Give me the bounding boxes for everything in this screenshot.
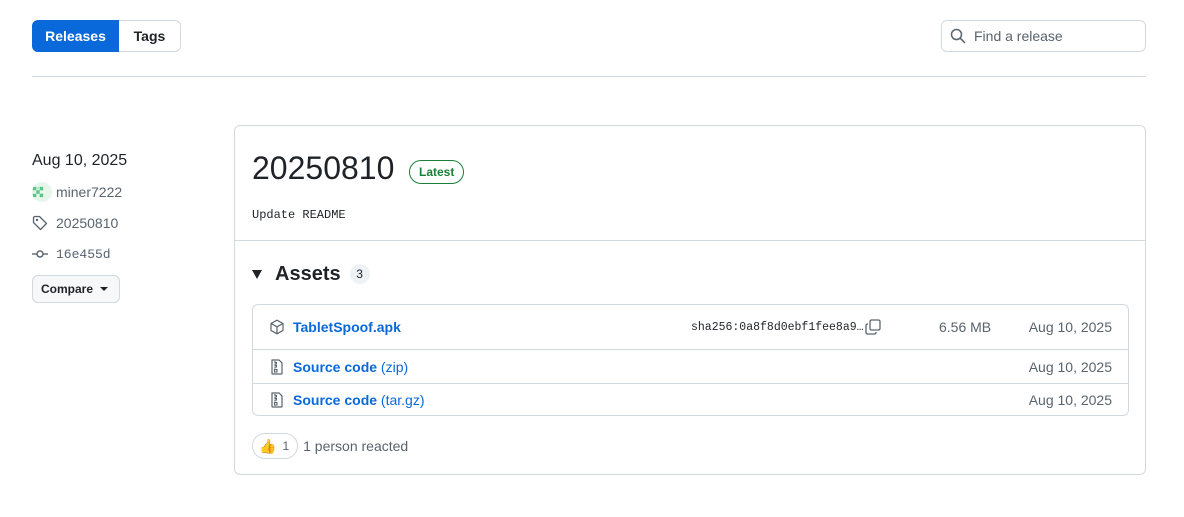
- search-input[interactable]: [974, 28, 1134, 44]
- search-icon: [950, 28, 966, 44]
- tab-tags[interactable]: Tags: [119, 20, 181, 52]
- search-box[interactable]: [941, 20, 1146, 52]
- package-icon: [270, 319, 284, 335]
- triangle-down-icon: [252, 269, 262, 279]
- copy-icon[interactable]: [864, 318, 882, 336]
- asset-suffix: (tar.gz): [380, 392, 425, 408]
- assets-list: TabletSpoof.apk sha256:0a8f8d0ebf1fee8a9…: [252, 304, 1129, 416]
- reaction-summary: 1 person reacted: [303, 438, 409, 454]
- compare-label: Compare: [41, 282, 94, 296]
- tag-name[interactable]: 20250810: [56, 215, 118, 231]
- assets-label: Assets: [275, 262, 341, 285]
- commit-row[interactable]: 16e455d: [32, 243, 212, 265]
- asset-name: Source code: [293, 392, 378, 408]
- release-tabs: Releases Tags: [32, 20, 181, 52]
- reactions: 👍 1 1 person reacted: [252, 433, 408, 459]
- commit-hash[interactable]: 16e455d: [56, 247, 111, 262]
- card-divider: [235, 240, 1145, 241]
- tab-releases[interactable]: Releases: [32, 20, 119, 52]
- assets-count-badge: 3: [349, 264, 370, 284]
- release-description: Update README: [252, 208, 346, 222]
- file-zip-icon: [271, 392, 283, 408]
- header-divider: [32, 76, 1146, 77]
- author-row[interactable]: miner7222: [32, 181, 212, 203]
- thumbs-up-icon: 👍: [259, 437, 277, 454]
- asset-size: 6.56 MB: [939, 319, 992, 335]
- chevron-down-icon: [100, 287, 109, 291]
- asset-row: TabletSpoof.apk sha256:0a8f8d0ebf1fee8a9…: [253, 305, 1128, 349]
- asset-date: Aug 10, 2025: [1028, 358, 1112, 375]
- tag-row[interactable]: 20250810: [32, 212, 212, 234]
- asset-name: Source code: [293, 358, 378, 375]
- tag-icon: [32, 215, 48, 231]
- asset-row: Source code (tar.gz) Aug 10, 2025: [253, 383, 1128, 416]
- release-meta: Aug 10, 2025 miner7222 20250810 16e455d …: [32, 150, 212, 303]
- asset-link-apk[interactable]: TabletSpoof.apk: [293, 319, 401, 335]
- asset-link-zip[interactable]: Source code (zip): [293, 359, 408, 375]
- asset-suffix: (zip): [380, 358, 409, 375]
- asset-row: Source code (zip) Aug 10, 2025: [253, 349, 1128, 383]
- asset-name: TabletSpoof.apk: [293, 319, 401, 335]
- latest-badge: Latest: [409, 160, 465, 184]
- release-card: 20250810 Latest Update README Assets 3 T…: [234, 125, 1146, 475]
- release-title[interactable]: 20250810: [252, 150, 394, 187]
- compare-button[interactable]: Compare: [32, 275, 121, 303]
- asset-link-targz[interactable]: Source code (tar.gz): [293, 392, 425, 408]
- reaction-count: 1: [282, 439, 290, 453]
- avatar[interactable]: [32, 182, 52, 202]
- asset-sha: sha256:0a8f8d0ebf1fee8a9…: [691, 320, 864, 334]
- commit-icon: [32, 250, 48, 258]
- file-zip-icon: [271, 358, 283, 375]
- thumbs-up-reaction-button[interactable]: 👍 1: [252, 433, 299, 459]
- author-name[interactable]: miner7222: [56, 184, 122, 200]
- release-date: Aug 10, 2025: [32, 152, 128, 169]
- assets-toggle[interactable]: Assets 3: [252, 262, 370, 286]
- asset-date: Aug 10, 2025: [1028, 319, 1112, 335]
- asset-date: Aug 10, 2025: [1028, 392, 1112, 408]
